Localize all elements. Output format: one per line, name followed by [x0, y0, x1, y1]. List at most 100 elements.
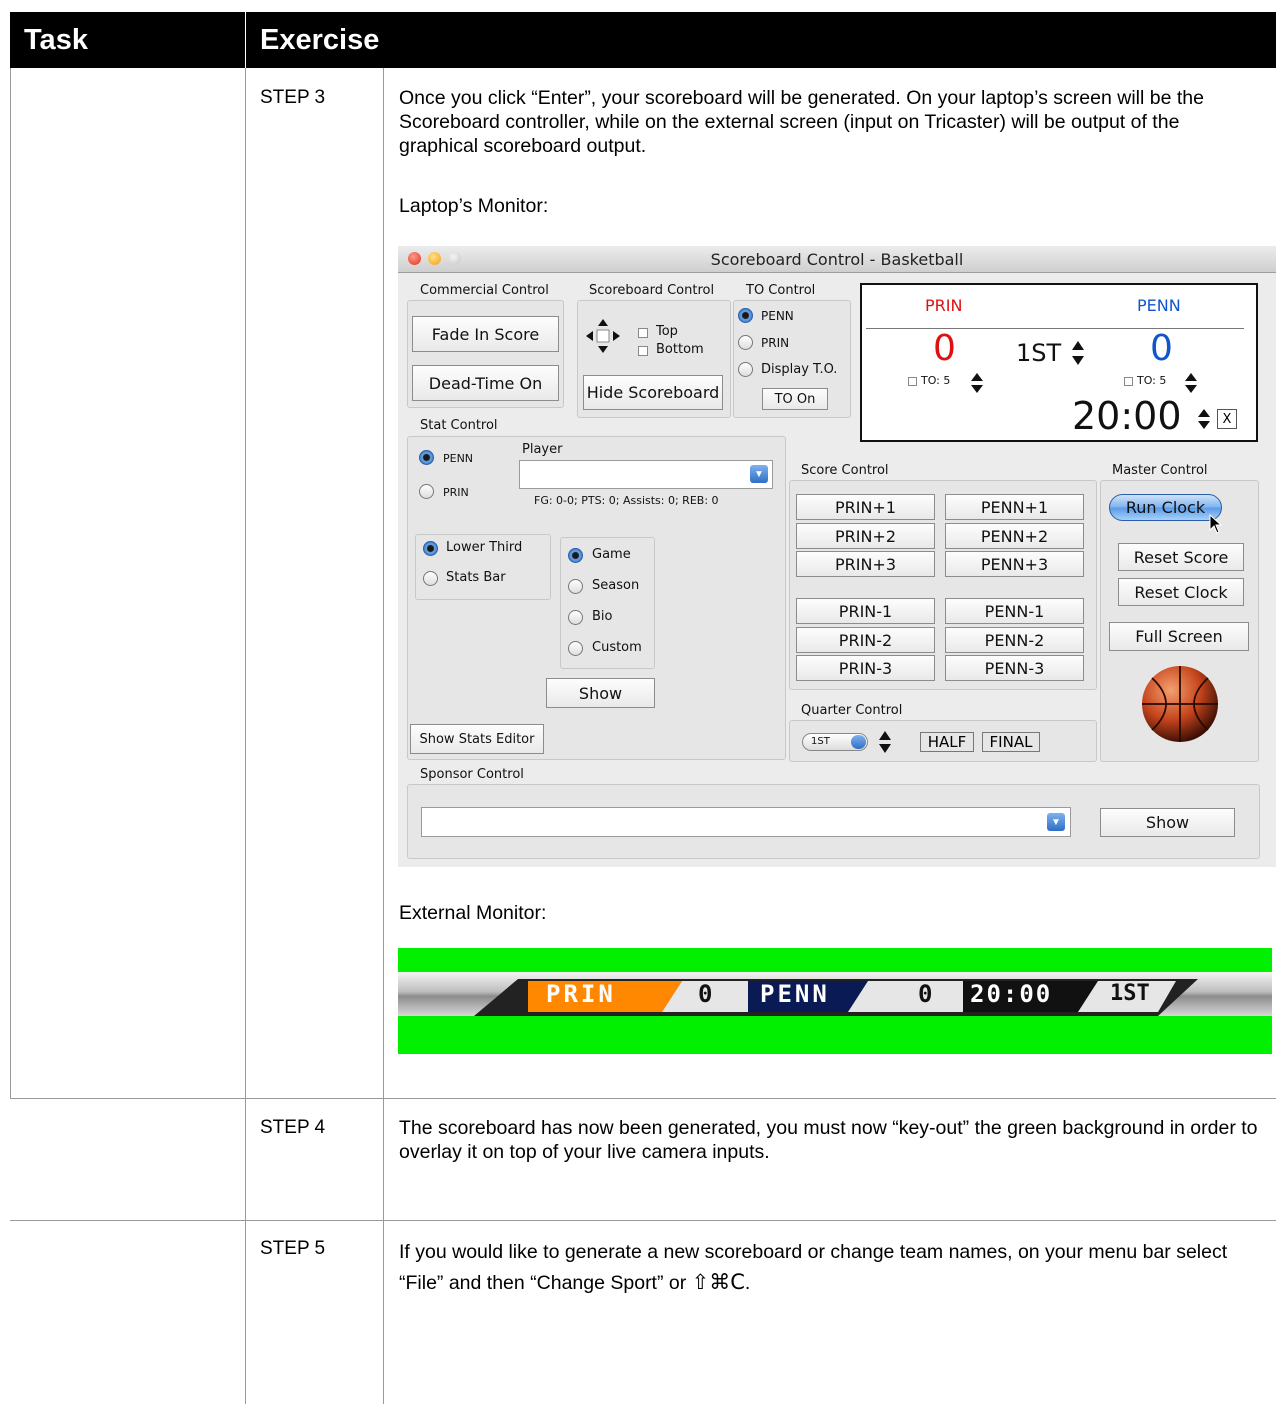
- mouse-cursor-icon: [1209, 513, 1223, 536]
- penn-plus2-button[interactable]: PENN+2: [945, 523, 1084, 549]
- quarter-control-label: Quarter Control: [801, 703, 903, 718]
- basketball-icon: [1140, 664, 1220, 744]
- reset-clock-button[interactable]: Reset Clock: [1118, 578, 1244, 606]
- quarter-select-arrow-icon[interactable]: [851, 735, 866, 749]
- stat-prin-radio[interactable]: [419, 484, 434, 499]
- green-screen-output: PRIN 0 PENN 0 20:00 1ST: [398, 948, 1272, 1054]
- sponsor-select-arrow-icon[interactable]: ▼: [1047, 813, 1065, 831]
- prin-minus1-button[interactable]: PRIN-1: [796, 598, 935, 624]
- scoreboard-control-window: Scoreboard Control - Basketball Commerci…: [398, 246, 1276, 867]
- display-divider: [866, 328, 1244, 329]
- row-divider-2: [10, 1220, 1276, 1221]
- step5-text-end: .: [744, 1272, 751, 1294]
- prin-plus1-button[interactable]: PRIN+1: [796, 494, 935, 520]
- display-score1: 0: [933, 328, 956, 369]
- penn-minus2-button[interactable]: PENN-2: [945, 627, 1084, 653]
- to-on-button[interactable]: TO On: [762, 388, 828, 410]
- to2-stepper-icon[interactable]: [1184, 372, 1198, 394]
- player-select-arrow-icon[interactable]: ▼: [750, 465, 768, 483]
- stat-control-label: Stat Control: [420, 418, 498, 433]
- to-prin-label: PRIN: [761, 336, 790, 350]
- dead-time-on-button[interactable]: Dead-Time On: [412, 365, 559, 401]
- ticker-period: 1ST: [1110, 981, 1150, 1006]
- sponsor-control-label: Sponsor Control: [420, 767, 524, 782]
- stat-show-button[interactable]: Show: [546, 678, 655, 708]
- to-penn-radio[interactable]: [738, 308, 753, 323]
- display-to2: TO: 5: [1137, 374, 1167, 387]
- step5-label: STEP 5: [260, 1238, 326, 1259]
- season-radio[interactable]: [568, 579, 583, 594]
- position-arrows-icon[interactable]: [585, 318, 621, 354]
- sponsor-select[interactable]: ▼: [421, 807, 1071, 837]
- reset-score-button[interactable]: Reset Score: [1118, 543, 1244, 571]
- show-stats-editor-button[interactable]: Show Stats Editor: [410, 724, 544, 754]
- step4-text: The scoreboard has now been generated, y…: [399, 1117, 1258, 1163]
- ticker-team2: PENN: [760, 980, 830, 1008]
- game-radio[interactable]: [568, 548, 583, 563]
- bio-radio[interactable]: [568, 610, 583, 625]
- sponsor-show-button[interactable]: Show: [1100, 808, 1235, 837]
- step3-label: STEP 3: [260, 87, 326, 108]
- exercise-column-header: Exercise: [260, 24, 380, 56]
- to-prin-radio[interactable]: [738, 335, 753, 350]
- to2-checkbox[interactable]: [1124, 377, 1133, 386]
- window-titlebar: Scoreboard Control - Basketball: [398, 246, 1276, 273]
- ticker-team1: PRIN: [546, 980, 616, 1008]
- period-stepper-icon[interactable]: [1070, 340, 1086, 366]
- stat-penn-radio[interactable]: [419, 450, 434, 465]
- player-stats-summary: FG: 0-0; PTS: 0; Assists: 0; REB: 0: [534, 494, 719, 507]
- ticker-score2: 0: [918, 980, 933, 1008]
- game-label: Game: [592, 547, 631, 562]
- display-clock: 20:00: [1072, 394, 1182, 438]
- player-select[interactable]: ▼: [519, 460, 773, 489]
- prin-plus3-button[interactable]: PRIN+3: [796, 551, 935, 577]
- external-monitor-label: External Monitor:: [399, 902, 547, 924]
- scoreboard-control-label: Scoreboard Control: [589, 283, 715, 298]
- display-score2: 0: [1150, 328, 1173, 369]
- penn-minus3-button[interactable]: PENN-3: [945, 655, 1084, 681]
- custom-radio[interactable]: [568, 641, 583, 656]
- ticker-clock: 20:00: [970, 980, 1053, 1008]
- player-label: Player: [522, 442, 563, 457]
- lower-third-radio[interactable]: [423, 541, 438, 556]
- task-column-header: Task: [24, 24, 88, 56]
- prin-minus3-button[interactable]: PRIN-3: [796, 655, 935, 681]
- penn-plus1-button[interactable]: PENN+1: [945, 494, 1084, 520]
- clock-close-button[interactable]: X: [1217, 409, 1237, 429]
- master-control-label: Master Control: [1112, 463, 1208, 478]
- run-clock-button[interactable]: Run Clock: [1109, 494, 1222, 521]
- bottom-checkbox[interactable]: [638, 346, 648, 356]
- full-screen-button[interactable]: Full Screen: [1109, 622, 1249, 651]
- quarter-select[interactable]: 1ST: [802, 733, 868, 751]
- stats-bar-label: Stats Bar: [446, 570, 506, 585]
- stats-bar-radio[interactable]: [423, 571, 438, 586]
- penn-plus3-button[interactable]: PENN+3: [945, 551, 1084, 577]
- to1-checkbox[interactable]: [908, 377, 917, 386]
- bottom-label: Bottom: [656, 342, 704, 357]
- column-divider-1: [245, 68, 246, 1404]
- penn-minus1-button[interactable]: PENN-1: [945, 598, 1084, 624]
- to1-stepper-icon[interactable]: [970, 372, 984, 394]
- season-label: Season: [592, 578, 640, 593]
- top-checkbox[interactable]: [638, 328, 648, 338]
- half-button[interactable]: HALF: [920, 732, 974, 752]
- hide-scoreboard-button[interactable]: Hide Scoreboard: [583, 375, 723, 410]
- fade-in-score-button[interactable]: Fade In Score: [412, 316, 559, 352]
- table-header: [10, 12, 1276, 68]
- lower-third-label: Lower Third: [446, 540, 523, 555]
- commercial-control-label: Commercial Control: [420, 283, 549, 298]
- score-control-label: Score Control: [801, 463, 889, 478]
- stat-penn-label: PENN: [443, 452, 474, 465]
- clock-stepper-icon[interactable]: [1197, 408, 1211, 430]
- display-to-radio[interactable]: [738, 362, 753, 377]
- step4-label: STEP 4: [260, 1117, 326, 1138]
- custom-label: Custom: [592, 640, 642, 655]
- final-button[interactable]: FINAL: [982, 732, 1040, 752]
- quarter-stepper-icon[interactable]: [878, 730, 892, 754]
- prin-minus2-button[interactable]: PRIN-2: [796, 627, 935, 653]
- to-penn-label: PENN: [761, 309, 794, 323]
- table-left-border: [10, 68, 11, 1098]
- display-team1-name: PRIN: [925, 296, 963, 315]
- header-divider: [245, 12, 246, 68]
- prin-plus2-button[interactable]: PRIN+2: [796, 523, 935, 549]
